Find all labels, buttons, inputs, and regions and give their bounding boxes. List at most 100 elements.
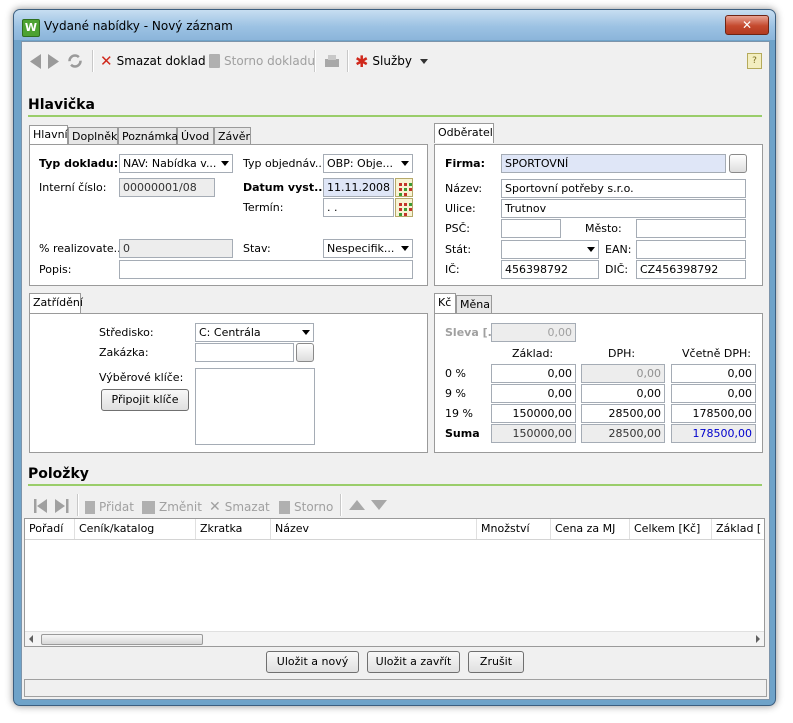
gear-icon: ✱ (355, 51, 369, 71)
ic-field[interactable]: 456398792 (501, 260, 599, 279)
nazev-label: Název: (445, 182, 483, 195)
realizovat-label: % realizovate... (39, 242, 125, 255)
row-0-vcetne[interactable]: 0,00 (671, 364, 756, 383)
datum-vystaveni-label: Datum vyst... (243, 181, 327, 194)
last-record-icon[interactable] (55, 499, 69, 513)
typ-objednavky-select[interactable]: OBP: Obje... (323, 154, 413, 173)
interni-cislo-field[interactable]: 00000001/08 (119, 178, 215, 197)
save-and-new-button[interactable]: Uložit a nový (266, 651, 359, 673)
col-zaklad[interactable]: Základ [ (712, 519, 764, 539)
tab-zatrideni[interactable]: Zatřídění (29, 293, 83, 313)
sleva-field[interactable]: 0,00 (491, 323, 576, 342)
row-0-label: 0 % (445, 367, 466, 380)
col-dph-header: DPH: (608, 347, 636, 360)
row-19-vcetne[interactable]: 178500,00 (671, 404, 756, 423)
refresh-icon[interactable] (67, 53, 83, 69)
tab-odberatel[interactable]: Odběratel (434, 123, 494, 143)
move-down-icon[interactable] (371, 500, 387, 510)
help-icon[interactable]: ? (747, 53, 762, 69)
col-poradi[interactable]: Pořadí (25, 519, 75, 539)
forward-arrow-icon[interactable] (48, 54, 60, 69)
print-icon[interactable] (323, 54, 341, 69)
pencil-icon (142, 500, 155, 514)
termin-field[interactable]: . . (323, 198, 394, 217)
dic-label: DIČ: (605, 263, 629, 276)
services-menu-button[interactable]: ✱ Služby (355, 51, 428, 71)
typ-dokladu-select[interactable]: NAV: Nabídka v... (119, 154, 233, 173)
nazev-field[interactable]: Sportovní potřeby s.r.o. (501, 179, 746, 198)
toolbar-separator (77, 494, 79, 516)
popis-field[interactable] (119, 260, 413, 279)
back-arrow-icon[interactable] (30, 54, 42, 69)
ulice-field[interactable]: Trutnov (501, 199, 746, 218)
stav-select[interactable]: Nespecifik... (323, 239, 413, 258)
lookup-icon[interactable] (729, 154, 747, 173)
row-19-zaklad[interactable]: 150000,00 (491, 404, 576, 423)
calendar-icon[interactable] (395, 178, 413, 197)
items-grid[interactable]: Pořadí Ceník/katalog Zkratka Název Množs… (24, 518, 765, 647)
pripojit-klice-button[interactable]: Připojit klíče (101, 389, 189, 411)
row-9-dph[interactable]: 0,00 (581, 384, 665, 403)
col-cenik[interactable]: Ceník/katalog (75, 519, 196, 539)
typ-dokladu-label: Typ dokladu: (39, 157, 119, 170)
col-zkratka[interactable]: Zkratka (196, 519, 271, 539)
storno-document-button[interactable]: Storno dokladu (209, 52, 315, 70)
toolbar-separator (347, 50, 349, 72)
col-celkem[interactable]: Celkem [Kč] (630, 519, 712, 539)
scroll-left-icon[interactable] (29, 635, 33, 643)
tab-mena[interactable]: Měna (456, 295, 492, 313)
dic-field[interactable]: CZ456398792 (636, 260, 746, 279)
row-9-label: 9 % (445, 387, 466, 400)
cancel-button[interactable]: Zrušit (468, 651, 524, 673)
stredisko-select[interactable]: C: Centrála (195, 323, 314, 342)
row-9-zaklad[interactable]: 0,00 (491, 384, 576, 403)
stat-select[interactable] (501, 240, 599, 259)
storno-item-label: Storno (294, 500, 334, 514)
interni-cislo-label: Interní číslo: (39, 181, 107, 194)
tab-doplnek[interactable]: Doplněk (68, 127, 118, 145)
tab-uvod[interactable]: Úvod (177, 127, 214, 145)
row-19-dph[interactable]: 28500,00 (581, 404, 665, 423)
delete-x-icon: ✕ (100, 52, 113, 70)
col-cena-za-mj[interactable]: Cena za MJ (551, 519, 630, 539)
horizontal-scrollbar[interactable] (25, 631, 764, 646)
close-button[interactable]: ✕ (725, 15, 769, 35)
realizovat-field[interactable]: 0 (119, 239, 233, 258)
header-main-panel: Typ dokladu: NAV: Nabídka v... Typ objed… (29, 144, 428, 286)
delete-document-button[interactable]: ✕ Smazat doklad (100, 52, 206, 70)
move-up-icon[interactable] (349, 500, 365, 510)
scroll-right-icon[interactable] (756, 635, 760, 643)
scrollbar-thumb[interactable] (41, 634, 203, 645)
popis-label: Popis: (39, 263, 72, 276)
col-vcetne-header: Včetně DPH: (682, 347, 751, 360)
col-nazev[interactable]: Název (271, 519, 477, 539)
storno-item-button[interactable]: Storno (279, 498, 333, 516)
add-item-button[interactable]: Přidat (85, 498, 134, 516)
lookup-icon[interactable] (296, 343, 314, 362)
mesto-label: Město: (585, 222, 622, 235)
vyberove-klice-list[interactable] (195, 368, 315, 445)
first-record-icon[interactable] (34, 499, 48, 513)
delete-item-button[interactable]: ✕ Smazat (209, 498, 270, 516)
firma-field[interactable]: SPORTOVNÍ (501, 154, 726, 173)
title-bar[interactable]: W Vydané nabídky - Nový záznam ✕ (14, 10, 775, 40)
toolbar: ✕ Smazat doklad Storno dokladu ✱ Služby … (22, 42, 769, 78)
ean-field[interactable] (636, 240, 746, 259)
edit-item-button[interactable]: Změnit (142, 498, 202, 516)
mesto-field[interactable] (636, 219, 746, 238)
save-and-close-button[interactable]: Uložit a zavřít (367, 651, 460, 673)
tab-poznamka[interactable]: Poznámka (118, 127, 178, 145)
tab-kc[interactable]: Kč (434, 293, 456, 313)
row-9-vcetne[interactable]: 0,00 (671, 384, 756, 403)
datum-vystaveni-field[interactable]: 11.11.2008 (323, 178, 394, 197)
tab-hlavni[interactable]: Hlavní (29, 125, 68, 145)
tab-zaver[interactable]: Závěr (214, 127, 251, 145)
customer-panel: Firma: SPORTOVNÍ Název: Sportovní potřeb… (434, 144, 763, 286)
row-19-label: 19 % (445, 407, 473, 420)
psc-field[interactable] (501, 219, 561, 238)
delete-item-label: Smazat (224, 500, 270, 514)
zakazka-field[interactable] (195, 343, 294, 362)
calendar-icon[interactable] (395, 198, 413, 217)
col-mnozstvi[interactable]: Množství (477, 519, 551, 539)
row-0-zaklad[interactable]: 0,00 (491, 364, 576, 383)
